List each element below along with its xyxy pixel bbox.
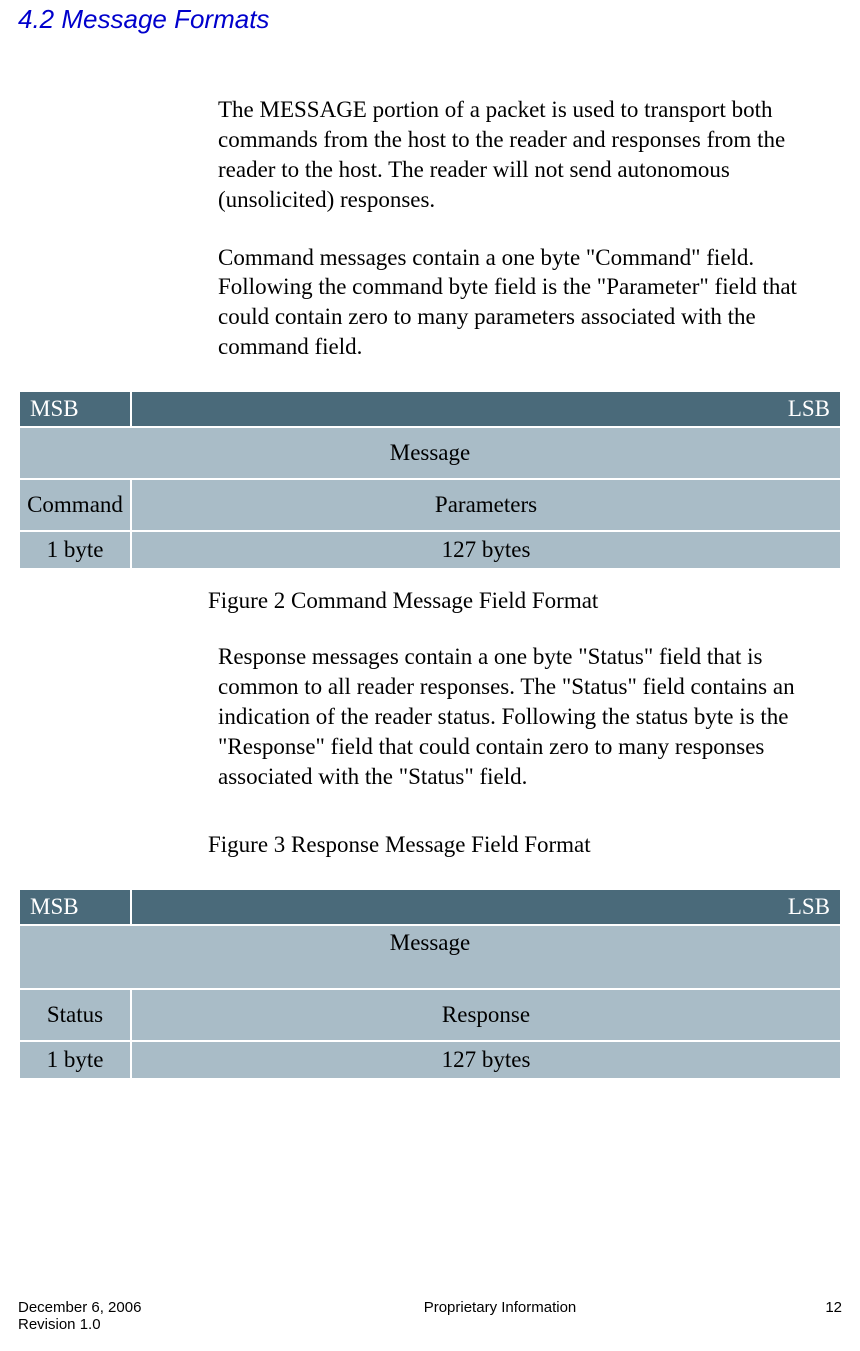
command-field-cell: Command [20, 480, 130, 530]
msb-label: MSB [20, 890, 130, 924]
parameters-size-cell: 127 bytes [132, 532, 840, 568]
paragraph-response-desc: Response messages contain a one byte "St… [218, 642, 832, 791]
command-size-cell: 1 byte [20, 532, 130, 568]
lsb-label: LSB [132, 392, 840, 426]
message-cell: Message [20, 926, 840, 988]
page-footer: December 6, 2006 Revision 1.0 Proprietar… [18, 1299, 842, 1333]
section-heading: 4.2 Message Formats [18, 4, 842, 35]
message-cell: Message [20, 428, 840, 478]
footer-page-number: 12 [782, 1299, 842, 1316]
parameters-field-cell: Parameters [132, 480, 840, 530]
response-field-cell: Response [132, 990, 840, 1040]
status-size-cell: 1 byte [20, 1042, 130, 1078]
figure-2-caption: Figure 2 Command Message Field Format [208, 588, 842, 614]
response-message-table: MSB LSB Message Status Response 1 byte 1… [18, 888, 842, 1080]
command-message-table: MSB LSB Message Command Parameters 1 byt… [18, 390, 842, 570]
footer-date: December 6, 2006 [18, 1299, 218, 1316]
response-size-cell: 127 bytes [132, 1042, 840, 1078]
msb-label: MSB [20, 392, 130, 426]
figure-3-caption: Figure 3 Response Message Field Format [208, 832, 842, 858]
footer-center: Proprietary Information [218, 1299, 782, 1316]
lsb-label: LSB [132, 890, 840, 924]
paragraph-command-desc: Command messages contain a one byte "Com… [218, 243, 832, 363]
footer-revision: Revision 1.0 [18, 1316, 218, 1333]
status-field-cell: Status [20, 990, 130, 1040]
paragraph-intro: The MESSAGE portion of a packet is used … [218, 95, 832, 215]
